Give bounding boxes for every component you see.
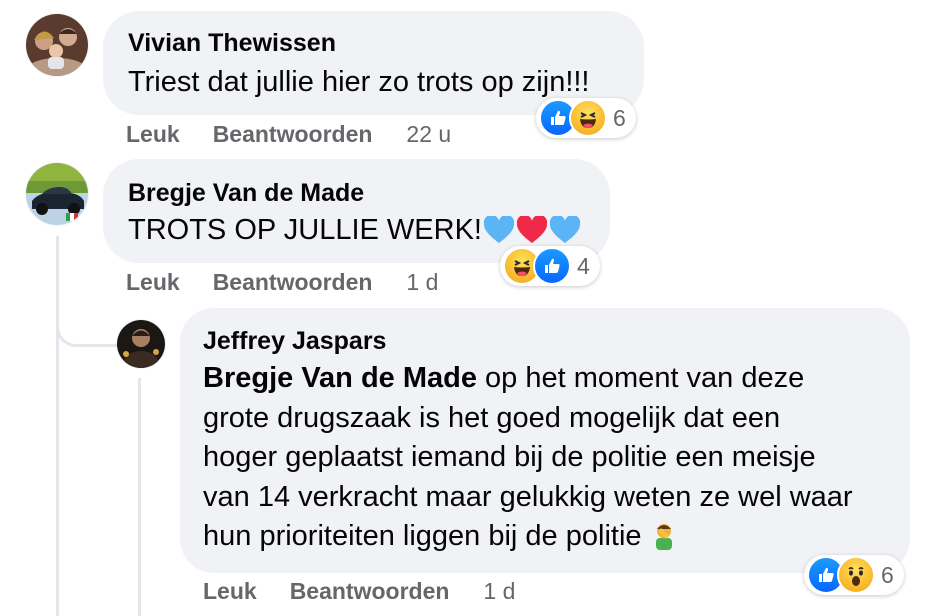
comment-actions: Leuk Beantwoorden 1 d <box>126 268 438 296</box>
comment-text: Triest dat jullie hier zo trots op zijn!… <box>128 66 590 98</box>
mention-link[interactable]: Bregje Van de Made <box>203 362 477 394</box>
comment-author[interactable]: Vivian Thewissen <box>128 28 336 58</box>
reply-button[interactable]: Beantwoorden <box>213 268 373 296</box>
reaction-count: 6 <box>881 561 894 588</box>
wow-icon <box>837 556 875 594</box>
reply-author[interactable]: Jeffrey Jaspars <box>203 326 386 356</box>
thread-line-reply <box>138 378 141 616</box>
reply-actions: Leuk Beantwoorden 1 d <box>203 577 515 605</box>
reply-bubble: Jeffrey Jaspars Bregje Van de Made op he… <box>180 308 910 573</box>
comment-author[interactable]: Bregje Van de Made <box>128 178 364 208</box>
timestamp[interactable]: 22 u <box>406 120 451 148</box>
like-button[interactable]: Leuk <box>126 268 180 296</box>
avatar-vivian[interactable] <box>26 14 88 76</box>
reply-button[interactable]: Beantwoorden <box>290 577 450 605</box>
timestamp[interactable]: 1 d <box>406 268 438 296</box>
reaction-count: 6 <box>613 104 626 131</box>
haha-icon <box>569 99 607 137</box>
comment-actions: Leuk Beantwoorden 22 u <box>126 120 451 148</box>
thread-line-main <box>56 236 59 616</box>
thread-line-elbow <box>56 300 117 347</box>
reaction-summary[interactable]: 4 <box>500 246 600 286</box>
reaction-count: 4 <box>577 252 590 279</box>
avatar-jeffrey[interactable] <box>117 320 165 368</box>
reaction-summary[interactable]: 6 <box>536 98 636 138</box>
reaction-summary[interactable]: 6 <box>804 555 904 595</box>
timestamp[interactable]: 1 d <box>483 577 515 605</box>
reply-text: Bregje Van de Made op het moment van dez… <box>203 359 903 562</box>
reply-button[interactable]: Beantwoorden <box>213 120 373 148</box>
like-button[interactable]: Leuk <box>203 577 257 605</box>
comment-text: TROTS OP JULLIE WERK! <box>128 214 482 246</box>
like-icon <box>533 247 571 285</box>
avatar-bregje[interactable] <box>26 163 88 225</box>
like-button[interactable]: Leuk <box>126 120 180 148</box>
facepalm-man-icon <box>651 520 677 562</box>
